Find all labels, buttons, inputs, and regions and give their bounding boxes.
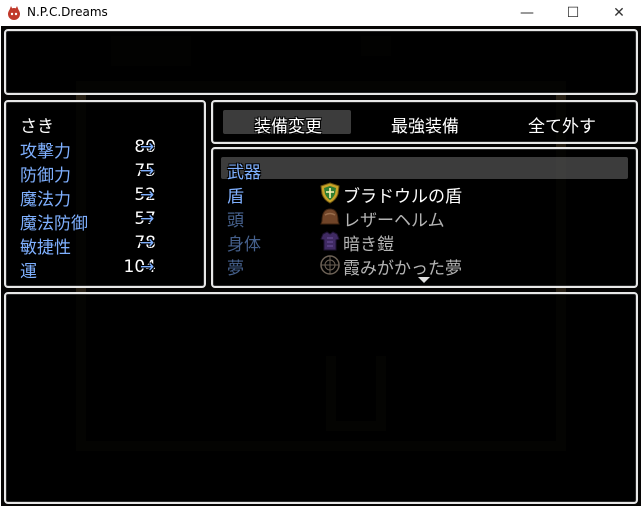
leather-helm-icon: [320, 208, 340, 225]
window-title: N.P.C.Dreams: [27, 5, 108, 19]
command-equip[interactable]: 装備変更: [223, 112, 353, 137]
stat-label-magic-defense: 魔法防御: [20, 214, 88, 234]
slot-label-head: 頭: [227, 211, 244, 231]
command-clear[interactable]: 全て外す: [497, 112, 627, 137]
equip-slot-window: 武器 盾 ブラドウルの盾 頭 レザーヘルム 身体 暗き鎧 夢 霞みがかった夢: [211, 147, 638, 288]
command-optimize[interactable]: 最強装備: [360, 112, 490, 137]
shield-icon: [320, 182, 340, 204]
stat-arrow-attack: →: [140, 137, 155, 157]
actor-name: さき: [20, 117, 54, 137]
window-titlebar: N.P.C.Dreams — ☐ ✕: [0, 0, 642, 26]
stat-arrow-luck: →: [140, 257, 155, 277]
scroll-down-icon[interactable]: [418, 277, 430, 283]
stat-arrow-magic-attack: →: [140, 185, 155, 205]
dream-icon: [320, 255, 340, 275]
dark-armor-icon: [320, 231, 340, 251]
slot-item-dream: 霞みがかった夢: [343, 259, 462, 279]
slot-item-shield: ブラドウルの盾: [343, 187, 462, 207]
stat-label-attack: 攻撃力: [20, 142, 71, 162]
maximize-icon: ☐: [566, 5, 580, 21]
command-window: 装備変更 最強装備 全て外す: [211, 100, 638, 144]
slot-item-body: 暗き鎧: [343, 235, 394, 255]
slot-label-body: 身体: [227, 235, 261, 255]
slot-label-weapon: 武器: [227, 163, 261, 183]
maximize-button[interactable]: ☐: [550, 0, 596, 26]
item-list-window[interactable]: [4, 292, 638, 504]
stat-label-magic-attack: 魔法力: [20, 190, 71, 210]
help-window: [4, 29, 638, 95]
game-canvas[interactable]: さき 攻撃力 80 → 防御力 75 → 魔法力 52 → 魔法防御 57 → …: [1, 26, 641, 506]
minimize-icon: —: [520, 5, 534, 21]
stat-arrow-agility: →: [140, 233, 155, 253]
stat-label-defense: 防御力: [20, 166, 71, 186]
stat-arrow-defense: →: [140, 161, 155, 181]
close-button[interactable]: ✕: [596, 0, 642, 26]
app-icon: [8, 6, 20, 20]
stat-label-luck: 運: [20, 262, 37, 282]
slot-label-shield: 盾: [227, 187, 244, 207]
minimize-button[interactable]: —: [504, 0, 550, 26]
stat-label-agility: 敏捷性: [20, 238, 71, 258]
close-icon: ✕: [613, 5, 625, 21]
status-window: さき 攻撃力 80 → 防御力 75 → 魔法力 52 → 魔法防御 57 → …: [4, 100, 206, 288]
slot-label-dream: 夢: [227, 259, 244, 279]
slot-cursor: [221, 157, 628, 179]
slot-item-head: レザーヘルム: [343, 211, 445, 231]
stat-arrow-magic-defense: →: [140, 209, 155, 229]
